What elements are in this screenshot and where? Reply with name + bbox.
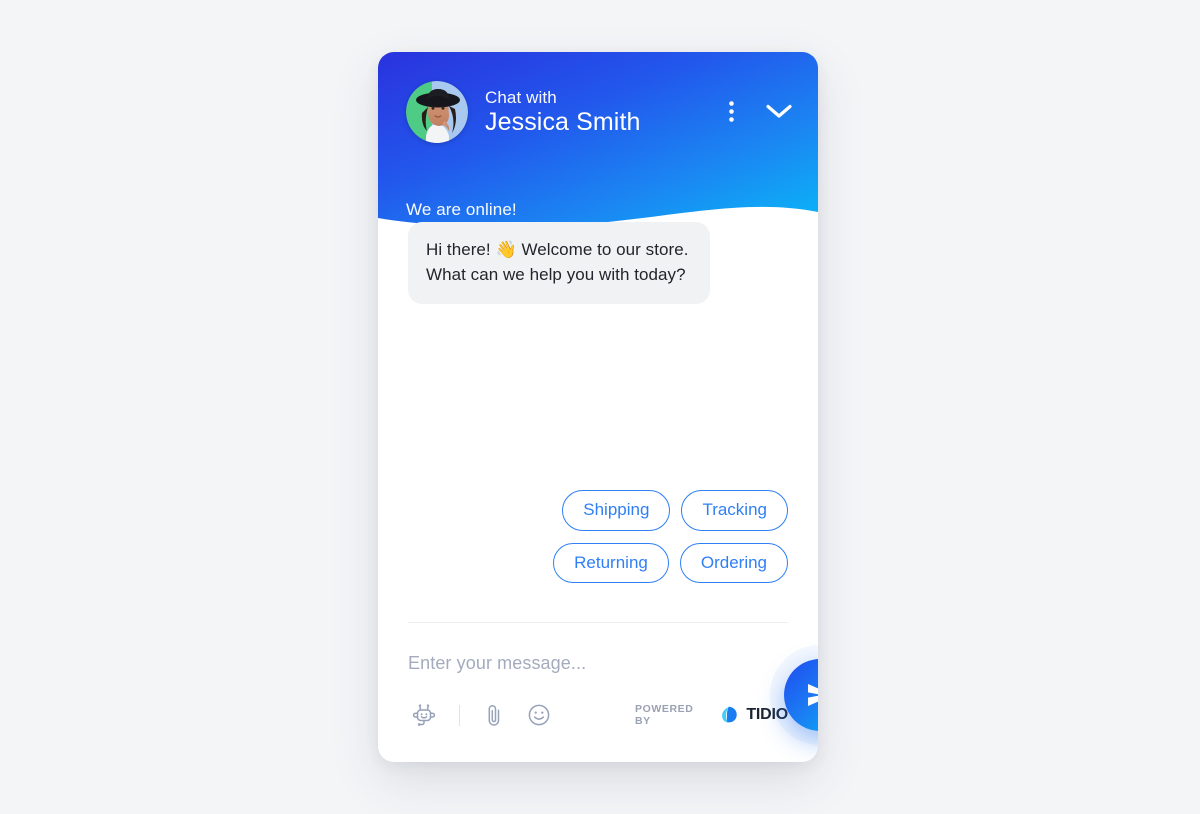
message-composer: POWERED BY TIDIO (378, 623, 818, 762)
quick-reply-returning[interactable]: Returning (553, 542, 669, 584)
emoji-button[interactable] (523, 699, 555, 731)
header-bar: Chat with Jessica Smith (378, 52, 818, 172)
tidio-brand-name: TIDIO (746, 706, 788, 723)
composer-tools (408, 699, 555, 731)
chatbot-button[interactable] (408, 699, 440, 731)
quick-reply-tracking[interactable]: Tracking (681, 490, 788, 531)
chat-with-label: Chat with (485, 87, 557, 107)
attachment-button[interactable] (479, 699, 509, 731)
header-titles: Chat with Jessica Smith (485, 88, 725, 136)
kebab-menu-button[interactable] (725, 97, 738, 126)
minimize-button[interactable] (762, 100, 796, 123)
agent-name: Jessica Smith (485, 108, 641, 137)
tidio-logo-icon (721, 706, 737, 723)
chevron-down-icon (766, 104, 792, 118)
online-status-text: We are online! (406, 200, 517, 219)
chatbot-icon (412, 704, 436, 726)
message-input[interactable] (408, 653, 738, 674)
widget-header: Chat with Jessica Smith We are online! (378, 52, 818, 230)
send-button[interactable] (784, 659, 818, 731)
kebab-menu-icon (729, 100, 734, 122)
powered-by-label: POWERED BY (635, 703, 694, 727)
attachment-icon (488, 705, 500, 726)
tools-divider (459, 704, 460, 726)
chat-widget: Chat with Jessica Smith We are online! H… (378, 52, 818, 762)
send-arrow-icon (808, 684, 818, 706)
quick-reply-shipping[interactable]: Shipping (562, 490, 671, 531)
agent-message-bubble: Hi there! 👋 Welcome to our store. What c… (408, 222, 710, 305)
quick-reply-group: Shipping Tracking Returning Ordering (458, 490, 788, 584)
agent-avatar[interactable] (406, 81, 468, 143)
header-actions (725, 97, 796, 128)
quick-reply-ordering[interactable]: Ordering (679, 542, 788, 584)
powered-by-badge[interactable]: POWERED BY TIDIO (635, 703, 788, 727)
page-background: Chat with Jessica Smith We are online! H… (0, 0, 1200, 814)
avatar-photo-icon (406, 81, 468, 143)
composer-footer: POWERED BY TIDIO (408, 695, 788, 735)
emoji-icon (528, 704, 550, 726)
